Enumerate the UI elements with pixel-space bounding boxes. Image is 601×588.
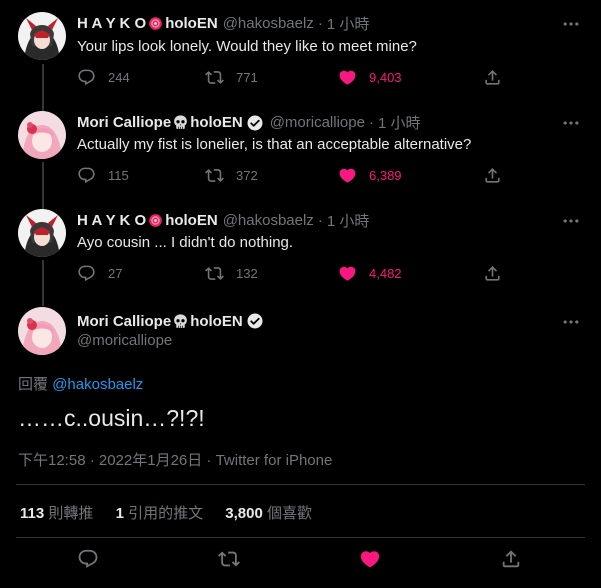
tweet-text: Ayo cousin ... I didn't do nothing. (77, 234, 294, 251)
display-name[interactable]: H A Y K O (77, 212, 146, 229)
reply-count: 244 (108, 70, 130, 85)
retweet-icon (205, 68, 224, 87)
divider (16, 537, 585, 538)
retweet-count: 372 (236, 168, 258, 183)
share-button[interactable] (483, 68, 514, 87)
display-name-suffix[interactable]: holoEN (190, 114, 243, 131)
user-handle[interactable]: @moricalliope (77, 332, 172, 349)
user-handle[interactable]: @moricalliope (270, 114, 365, 131)
retweets-stat[interactable]: 113 則轉推 (20, 505, 98, 522)
display-name-suffix[interactable]: holoEN (165, 15, 218, 32)
red-gem-emoji-icon (147, 15, 164, 32)
reply-prefix: 回覆 (18, 376, 49, 393)
separator-dot: · (317, 15, 323, 32)
separator-dot: · (368, 114, 374, 131)
engagement-stats: 113 則轉推 1 引用的推文 3,800 個喜歡 (20, 502, 312, 523)
reply-button[interactable]: 27 (77, 264, 122, 283)
verified-icon (246, 114, 264, 132)
retweets-count: 113 (20, 505, 45, 522)
heart-icon (338, 264, 357, 283)
like-button[interactable]: 4,482 (338, 264, 402, 283)
thread-line (42, 162, 44, 210)
like-count: 4,482 (369, 266, 402, 281)
tweet-header: Mori Calliope holoEN @moricalliope · 1 小… (77, 112, 420, 133)
avatar[interactable] (18, 307, 66, 355)
reply-count: 27 (108, 266, 123, 281)
main-tweet-text: ……c..ousin…?!?! (18, 405, 205, 431)
like-count: 9,403 (369, 70, 402, 85)
timestamp[interactable]: 1 小時 (327, 13, 370, 34)
more-icon[interactable] (561, 312, 581, 332)
retweet-count: 132 (236, 266, 258, 281)
tweet-header: H A Y K O holoEN @hakosbaelz · 1 小時 (77, 13, 369, 34)
share-icon (483, 68, 502, 87)
reply-button[interactable]: 244 (77, 68, 130, 87)
heart-icon (338, 166, 357, 185)
timestamp[interactable]: 1 小時 (378, 112, 421, 133)
retweet-button[interactable]: 372 (205, 166, 258, 185)
quotes-count: 1 (115, 505, 124, 522)
user-handle[interactable]: @hakosbaelz (223, 212, 314, 229)
more-icon[interactable] (561, 211, 581, 231)
display-name[interactable]: Mori Calliope (77, 114, 171, 131)
skull-emoji-icon (172, 114, 189, 131)
display-name[interactable]: H A Y K O (77, 15, 146, 32)
user-handle[interactable]: @hakosbaelz (223, 15, 314, 32)
display-name-suffix[interactable]: holoEN (190, 313, 243, 330)
share-button[interactable] (483, 264, 514, 283)
heart-icon[interactable] (359, 548, 381, 570)
quotes-label: 引用的推文 (128, 505, 204, 522)
like-count: 6,389 (369, 168, 402, 183)
main-tweet-header: Mori Calliope holoEN (77, 312, 265, 330)
reply-to-link[interactable]: @hakosbaelz (52, 376, 143, 393)
main-tweet-timestamp[interactable]: 下午12:58 · 2022年1月26日 · Twitter for iPhon… (18, 449, 332, 470)
reply-icon (77, 68, 96, 87)
heart-icon (338, 68, 357, 87)
reply-button[interactable]: 115 (77, 166, 129, 185)
tweet-text: Actually my fist is lonelier, is that an… (77, 136, 472, 153)
main-tweet-actions (0, 548, 601, 572)
reply-icon (77, 166, 96, 185)
like-button[interactable]: 9,403 (338, 68, 402, 87)
more-icon[interactable] (561, 14, 581, 34)
retweet-button[interactable]: 771 (205, 68, 258, 87)
thread-line (42, 260, 44, 306)
separator-dot: · (317, 212, 323, 229)
reply-context: 回覆 @hakosbaelz (18, 373, 143, 394)
reply-count: 115 (108, 168, 129, 183)
likes-count: 3,800 (225, 505, 263, 522)
divider (16, 484, 585, 485)
red-gem-emoji-icon (147, 212, 164, 229)
retweet-button[interactable]: 132 (205, 264, 258, 283)
reply-icon (77, 264, 96, 283)
display-name[interactable]: Mori Calliope (77, 313, 171, 330)
tweet-text: Your lips look lonely. Would they like t… (77, 38, 417, 55)
timestamp[interactable]: 1 小時 (327, 210, 370, 231)
reply-icon[interactable] (77, 548, 99, 570)
skull-emoji-icon (172, 313, 189, 330)
display-name-suffix[interactable]: holoEN (165, 212, 218, 229)
share-icon (483, 264, 502, 283)
tweet-header: H A Y K O holoEN @hakosbaelz · 1 小時 (77, 210, 369, 231)
avatar[interactable] (18, 12, 66, 60)
share-icon (483, 166, 502, 185)
like-button[interactable]: 6,389 (338, 166, 402, 185)
likes-stat[interactable]: 3,800 個喜歡 (225, 505, 312, 522)
retweet-icon (205, 264, 224, 283)
retweet-icon (205, 166, 224, 185)
retweet-count: 771 (236, 70, 258, 85)
avatar[interactable] (18, 209, 66, 257)
share-button[interactable] (483, 166, 514, 185)
share-icon[interactable] (500, 548, 522, 570)
more-icon[interactable] (561, 113, 581, 133)
verified-icon (246, 312, 264, 330)
likes-label: 個喜歡 (266, 505, 312, 522)
retweets-label: 則轉推 (48, 505, 94, 522)
avatar[interactable] (18, 111, 66, 159)
quotes-stat[interactable]: 1 引用的推文 (116, 505, 208, 522)
retweet-icon[interactable] (218, 548, 240, 570)
thread-line (42, 64, 44, 112)
